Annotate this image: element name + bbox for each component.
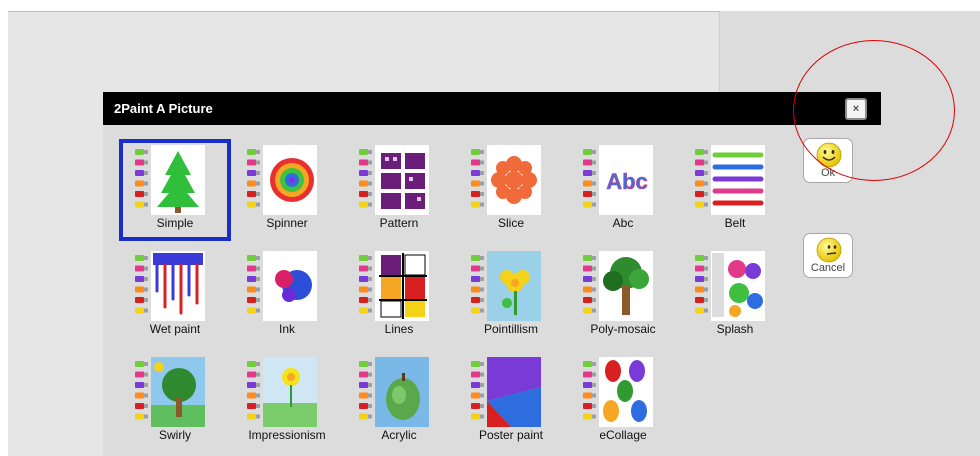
splash-icon [695,251,765,321]
template-tile-impressionism[interactable]: Impressionism [231,351,343,453]
template-tile-label: Poly-mosaic [590,322,656,336]
ecollage-icon [583,357,653,427]
smiley-happy-icon [816,142,842,168]
template-tile-poster-paint[interactable]: Poster paint [455,351,567,453]
dialog-title: 2Paint A Picture [114,101,213,116]
template-tile-belt[interactable]: Belt [679,139,791,241]
template-tile-label: eCollage [599,428,647,442]
template-tile-label: Simple [156,216,194,230]
ok-label: Ok [820,167,836,179]
template-tile-label: Acrylic [381,428,417,442]
svg-text:Abc: Abc [606,169,648,194]
dialog-titlebar: 2Paint A Picture × [103,92,881,125]
template-tile-label: Pattern [379,216,419,230]
template-tile-label: Lines [384,322,414,336]
pattern-icon [359,145,429,215]
template-tile-spinner[interactable]: Spinner [231,139,343,241]
template-tile-ecollage[interactable]: eCollage [567,351,679,453]
page-background-left [0,11,8,456]
template-tile-ink[interactable]: Ink [231,245,343,347]
swirly-icon [135,357,205,427]
template-tile-wet-paint[interactable]: Wet paint [119,245,231,347]
template-tile-label: Splash [716,322,754,336]
template-tile-acrylic[interactable]: Acrylic [343,351,455,453]
slice-icon [471,145,541,215]
template-tile-slice[interactable]: Slice [455,139,567,241]
template-tile-simple[interactable]: Simple [119,139,231,241]
cancel-label: Cancel [810,262,846,274]
template-tile-label: Poster paint [478,428,544,442]
template-tile-label: Pointillism [483,322,538,336]
impressionism-icon [247,357,317,427]
template-tile-label: Abc [612,216,634,230]
tree-icon [135,145,205,215]
paint-picture-dialog: 2Paint A Picture × Simple Spinner Pattern S… [103,92,881,456]
abc-icon: Abc [583,145,653,215]
template-tile-pattern[interactable]: Pattern [343,139,455,241]
poster-paint-icon [471,357,541,427]
smiley-neutral-icon [816,237,842,263]
template-tile-poly-mosaic[interactable]: Poly-mosaic [567,245,679,347]
template-tile-label: Ink [278,322,295,336]
acrylic-icon [359,357,429,427]
belt-icon [695,145,765,215]
template-tile-label: Impressionism [248,428,326,442]
dialog-content: Simple Spinner Pattern Slice Abc Abc Belt Wet p… [103,125,881,456]
lines-icon [359,251,429,321]
template-tile-label: Wet paint [149,322,201,336]
poly-mosaic-icon [583,251,653,321]
template-tile-pointillism[interactable]: Pointillism [455,245,567,347]
spinner-icon [247,145,317,215]
template-tile-swirly[interactable]: Swirly [119,351,231,453]
template-tile-abc[interactable]: Abc Abc [567,139,679,241]
cancel-button[interactable]: Cancel [803,233,853,278]
ink-icon [247,251,317,321]
template-tile-lines[interactable]: Lines [343,245,455,347]
template-tile-label: Belt [724,216,746,230]
template-tile-splash[interactable]: Splash [679,245,791,347]
template-tile-label: Swirly [159,428,191,442]
page-background-top [0,0,980,11]
wet-paint-icon [135,251,205,321]
ok-button[interactable]: Ok [803,138,853,183]
template-tile-label: Spinner [266,216,308,230]
close-icon: × [852,103,860,115]
template-tile-label: Slice [497,216,524,230]
pointillism-icon [471,251,541,321]
close-button[interactable]: × [845,98,867,120]
